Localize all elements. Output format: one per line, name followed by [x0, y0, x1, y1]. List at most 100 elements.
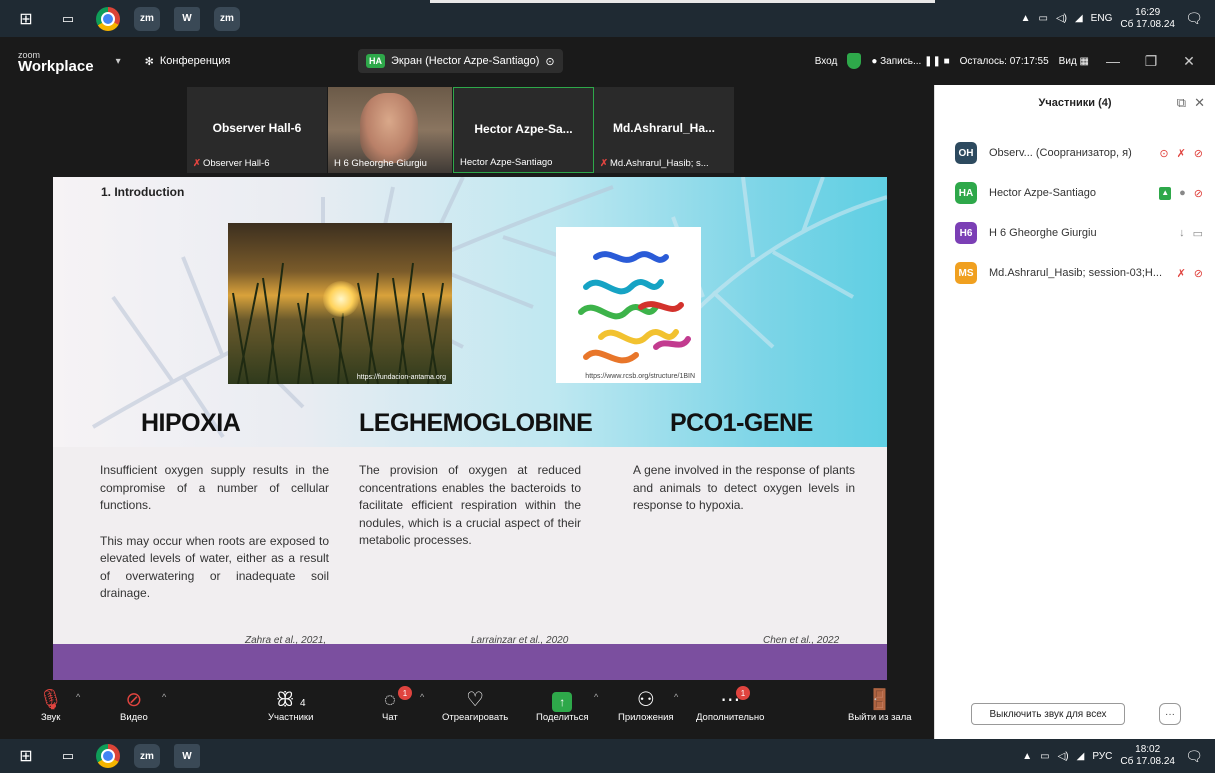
apps-label: Приложения — [618, 712, 674, 723]
photo-credit: https://fundacion-antama.org — [356, 374, 446, 381]
hipoxia-description-1: Insufficient oxygen supply results in th… — [100, 463, 329, 512]
mic-muted-icon: ✗ — [1176, 147, 1186, 160]
chat-button[interactable]: ◌ 1 Чат ^ — [382, 686, 424, 723]
participants-button[interactable]: ꕥ 4 Участники — [268, 688, 313, 723]
thumbnail-observer[interactable]: Observer Hall-6 ✗ Observer Hall-6 — [187, 87, 328, 173]
security-shield-icon[interactable] — [847, 53, 862, 69]
column-hipoxia-text: Insufficient oxygen supply results in th… — [100, 462, 329, 603]
minimize-button[interactable]: — — [1099, 53, 1127, 69]
title-strip — [430, 0, 935, 3]
volume-icon[interactable]: ◁) — [1058, 751, 1069, 762]
thumbnail-label: ✗ Observer Hall-6 — [193, 158, 322, 169]
task-view-icon[interactable]: ▭ — [54, 6, 82, 32]
network-icon[interactable]: ◢ — [1075, 13, 1083, 24]
close-panel-icon[interactable]: ✕ — [1194, 95, 1205, 111]
video-off-icon: ⊘ — [125, 689, 143, 711]
more-button[interactable]: ⋯ 1 Дополнительно — [696, 686, 764, 723]
share-screen-icon: ↑ — [552, 692, 573, 712]
conference-button[interactable]: ✻ Конференция — [145, 55, 231, 68]
thumbnail-name: Observer Hall-6 — [212, 121, 302, 135]
participant-row[interactable]: OH Observ... (Соорганизатор, я) ⊙ ✗ ⊘ — [935, 133, 1215, 173]
tray-language[interactable]: РУС — [1092, 751, 1112, 762]
slide-footer-bar — [53, 644, 887, 682]
recording-icon: ⊙ — [1159, 147, 1169, 160]
close-button[interactable]: ✕ — [1175, 53, 1203, 70]
leave-button[interactable]: 🚪 Выйти из зала — [848, 688, 912, 723]
tray-language[interactable]: ENG — [1091, 13, 1113, 24]
notification-icon[interactable]: 🗨 — [1183, 745, 1205, 767]
thumbnail-hector[interactable]: Hector Azpe-Sa... Hector Azpe-Santiago — [453, 87, 594, 173]
windows-taskbar-top: ⊞ ▭ zm W zm ▲ ▭ ◁) ◢ ENG 16:29 Сб 17.08.… — [0, 0, 1215, 37]
windows-taskbar-bottom: ⊞ ▭ zm W ▲ ▭ ◁) ◢ РУС 18:02 Сб 17.08.24 … — [0, 739, 1215, 773]
chevron-down-icon[interactable]: ▾ — [116, 56, 121, 67]
windows-start-icon[interactable]: ⊞ — [12, 6, 40, 32]
zoom-app-icon-2[interactable]: zm — [214, 6, 240, 31]
meeting-area: Observer Hall-6 ✗ Observer Hall-6 H 6 Ghe… — [0, 85, 934, 682]
term-pco1-gene: PCO1-GENE — [670, 409, 813, 437]
panel-more-button[interactable]: ··· — [1159, 703, 1181, 725]
mic-muted-icon: ✗ — [600, 158, 608, 169]
participant-row[interactable]: HA Hector Azpe-Santiago ▲ ● ⊘ — [935, 173, 1215, 213]
mute-all-button[interactable]: Выключить звук для всех — [971, 703, 1125, 725]
apps-caret-icon[interactable]: ^ — [674, 692, 678, 702]
react-button[interactable]: ♡ Отреагировать — [442, 688, 508, 723]
video-icon: ▭ — [1192, 227, 1203, 240]
paw-icon: ✻ — [144, 55, 154, 68]
thumbnail-ashrarul[interactable]: Md.Ashrarul_Ha... ✗ Md.Ashrarul_Hasib; s.… — [594, 87, 735, 173]
restore-button[interactable]: ❐ — [1137, 53, 1165, 70]
login-button[interactable]: Вход — [815, 56, 838, 67]
tray-clock[interactable]: 16:29 Сб 17.08.24 — [1120, 7, 1175, 31]
word-app-icon[interactable]: W — [174, 6, 200, 31]
chrome-icon[interactable] — [96, 744, 120, 768]
battery-icon[interactable]: ▭ — [1040, 751, 1049, 762]
participant-row[interactable]: MS Md.Ashrarul_Hasib; session-03;H... ✗ ⊘ — [935, 253, 1215, 293]
volume-icon[interactable]: ◁) — [1056, 13, 1067, 24]
notification-icon[interactable]: 🗨 — [1183, 8, 1205, 30]
participant-video — [360, 93, 418, 163]
participants-title: Участники (4) — [1038, 97, 1112, 109]
hipoxia-description-2: This may occur when roots are exposed to… — [100, 533, 329, 601]
participants-panel: Участники (4) ⧉ ✕ OH Observ... (Сооргани… — [934, 85, 1215, 739]
screen-share-icon: ▲ — [1159, 186, 1172, 200]
share-button[interactable]: ↑ Поделиться ^ — [536, 688, 598, 723]
thumbnail-giurgiu[interactable]: H 6 Gheorghe Giurgiu — [328, 87, 453, 173]
chat-caret-icon[interactable]: ^ — [420, 692, 424, 702]
battery-icon[interactable]: ▭ — [1038, 13, 1047, 24]
popout-icon[interactable]: ⧉ — [1177, 95, 1186, 111]
windows-start-icon[interactable]: ⊞ — [12, 743, 40, 769]
recording-label: Запись... — [880, 55, 922, 67]
protein-structure-image: https://www.rcsb.org/structure/1BIN — [556, 227, 701, 383]
screen-share-indicator[interactable]: HA Экран (Hector Azpe-Santiago) ⊙ — [358, 49, 563, 73]
word-app-icon[interactable]: W — [174, 744, 200, 768]
network-icon[interactable]: ◢ — [1077, 751, 1085, 762]
video-caret-icon[interactable]: ^ — [162, 692, 166, 702]
participant-row[interactable]: H6 H 6 Gheorghe Giurgiu ↓ ▭ — [935, 213, 1215, 253]
participant-name: Hector Azpe-Santiago — [989, 187, 1097, 199]
audio-caret-icon[interactable]: ^ — [76, 692, 80, 702]
conference-label: Конференция — [159, 55, 231, 67]
audio-button[interactable]: 🎙 Звук ^ — [38, 688, 80, 723]
time-remaining: Осталось: 07:17:55 — [959, 55, 1049, 67]
video-button[interactable]: ⊘ Видео ^ — [120, 688, 166, 723]
apps-button[interactable]: ⚇ Приложения ^ — [618, 688, 678, 723]
tray-clock[interactable]: 18:02 Сб 17.08.24 — [1120, 744, 1175, 768]
meeting-toolbar: 🎙 Звук ^ ⊘ Видео ^ ꕥ 4 Участники ◌ 1 Чат… — [0, 680, 934, 739]
video-thumbnails: Observer Hall-6 ✗ Observer Hall-6 H 6 Ghe… — [187, 87, 735, 173]
tray-chevron-icon[interactable]: ▲ — [1021, 13, 1031, 24]
participants-count: 4 — [299, 698, 306, 709]
view-button[interactable]: Вид ▦ — [1059, 56, 1089, 67]
participant-name: H 6 Gheorghe Giurgiu — [989, 227, 1097, 239]
task-view-icon[interactable]: ▭ — [54, 743, 82, 769]
shared-slide: 1. Introduction https://fundacion-antama… — [53, 177, 887, 682]
zoom-app-icon[interactable]: zm — [134, 6, 160, 31]
recording-indicator[interactable]: ● Запись... ❚❚ ■ — [871, 56, 949, 67]
zoom-logo: zoom Workplace — [0, 49, 94, 74]
tray-chevron-icon[interactable]: ▲ — [1022, 751, 1032, 762]
palm-leaf-decoration — [91, 177, 887, 439]
chrome-icon[interactable] — [96, 6, 120, 31]
share-caret-icon[interactable]: ^ — [594, 692, 598, 702]
thumbnail-label-text: Observer Hall-6 — [202, 158, 270, 169]
avatar: MS — [955, 262, 977, 284]
options-icon[interactable]: ⊙ — [545, 55, 554, 68]
zoom-app-icon[interactable]: zm — [134, 744, 160, 768]
